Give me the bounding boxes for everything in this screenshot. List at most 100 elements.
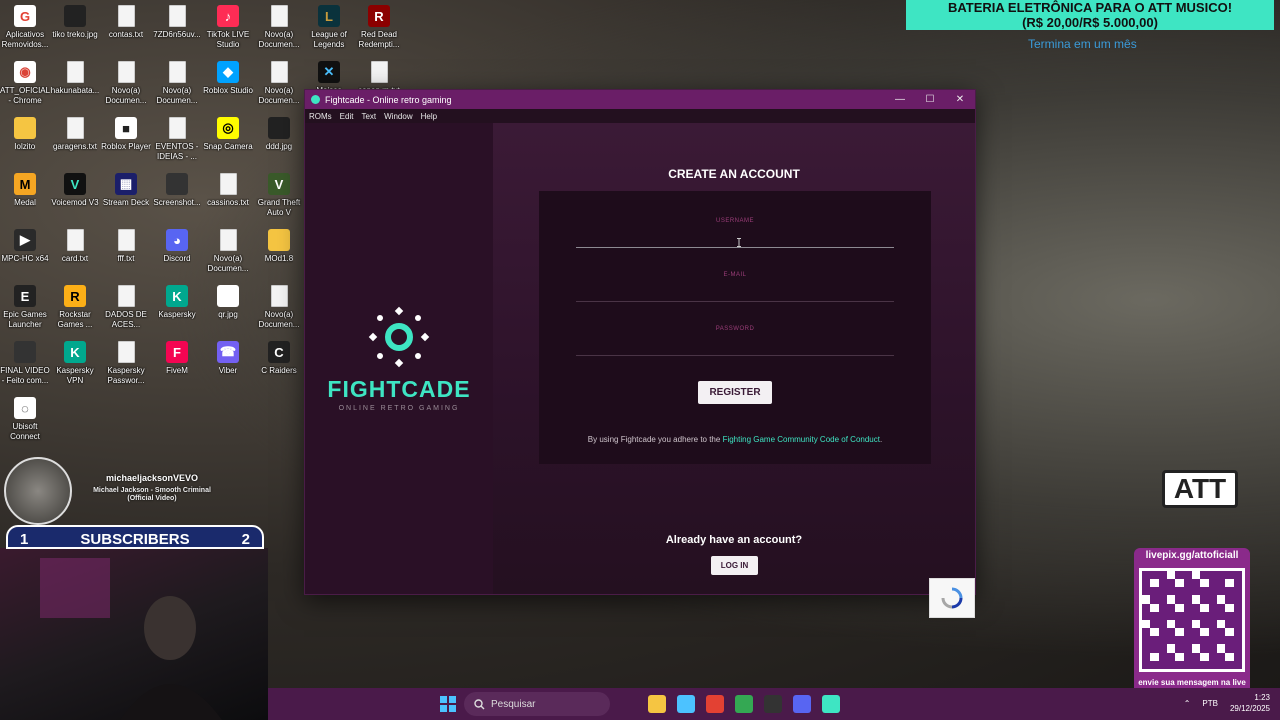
subscriber-counter: 1 SUBSCRIBERS 2 — [6, 525, 264, 549]
desktop-icon[interactable]: R Red Dead Redempti... — [354, 5, 404, 50]
desktop-icon[interactable]: 7ZD6n56uv... — [152, 5, 202, 40]
minimize-button[interactable]: — — [885, 94, 915, 105]
menu-text[interactable]: Text — [361, 112, 376, 121]
maximize-button[interactable]: ☐ — [915, 94, 945, 105]
desktop-icon[interactable]: ■ Roblox Player — [101, 117, 151, 152]
desktop-icon[interactable]: Screenshot... — [152, 173, 202, 208]
desktop-icon[interactable]: ◌ Ubisoft Connect — [0, 397, 50, 442]
desktop-icon[interactable]: FINAL VIDEO - Feito com... — [0, 341, 50, 386]
desktop-icon[interactable]: ◕ Discord — [152, 229, 202, 264]
desktop-app-icon: M — [14, 173, 36, 195]
menu-help[interactable]: Help — [421, 112, 437, 121]
desktop-app-icon: F — [166, 341, 188, 363]
desktop-icon[interactable]: ▦ Stream Deck — [101, 173, 151, 208]
desktop-app-icon — [270, 285, 288, 307]
desktop-icon[interactable]: hakunabata... — [50, 61, 100, 96]
brand-panel: FIGHTCADE ONLINE RETRO GAMING — [305, 123, 493, 594]
taskbar-fightcade-icon[interactable] — [822, 695, 840, 713]
desktop-icon-label: MOd1.8 — [264, 254, 294, 263]
login-button[interactable]: LOG IN — [711, 556, 758, 575]
desktop-app-icon: ◕ — [166, 229, 188, 251]
taskbar-file-explorer-icon[interactable] — [648, 695, 666, 713]
desktop-icon[interactable]: lolzito — [0, 117, 50, 152]
desktop-app-icon: ◎ — [217, 117, 239, 139]
desktop-icon[interactable]: cassinos.txt — [203, 173, 253, 208]
language-indicator[interactable]: PTB — [1202, 699, 1218, 708]
desktop-icon[interactable]: C C Raiders — [254, 341, 304, 376]
fightcade-logo-icon — [368, 306, 430, 367]
desktop-icon[interactable]: L League of Legends — [304, 5, 354, 50]
desktop-icon-label: Ubisoft Connect — [10, 422, 40, 441]
taskbar-search[interactable]: Pesquisar — [464, 692, 610, 716]
desktop-icon-label: Kaspersky Passwor... — [107, 366, 145, 385]
register-form: USERNAME E-MAIL PASSWORD REGISTER By usi… — [539, 191, 931, 464]
desktop-icon[interactable]: ◉ ATT_OFICIAL - Chrome — [0, 61, 50, 106]
taskbar-obs-icon[interactable] — [764, 695, 782, 713]
terms-prefix: By using Fightcade you adhere to the — [587, 435, 721, 444]
windows-start-icon[interactable] — [440, 696, 456, 712]
taskbar-chrome-icon[interactable] — [735, 695, 753, 713]
email-field[interactable]: E-MAIL — [576, 272, 894, 302]
desktop-icon[interactable]: ◆ Roblox Studio — [203, 61, 253, 96]
tray-chevron-icon[interactable]: ⌃ — [1184, 699, 1191, 708]
desktop-icon-label: Discord — [163, 254, 191, 263]
desktop-icon[interactable]: Novo(a) Documen... — [254, 285, 304, 330]
taskbar-media-icon[interactable] — [706, 695, 724, 713]
desktop-icon[interactable]: ddd.jpg — [254, 117, 304, 152]
desktop-icon[interactable]: ☎ Viber — [203, 341, 253, 376]
desktop-icon[interactable]: R Rockstar Games ... — [50, 285, 100, 330]
desktop-icon[interactable]: EVENTOS - IDEIAS - ... — [152, 117, 202, 162]
menu-roms[interactable]: ROMs — [309, 112, 332, 121]
desktop-icon[interactable]: MOd1.8 — [254, 229, 304, 264]
desktop-icon[interactable]: fff.txt — [101, 229, 151, 264]
email-label: E-MAIL — [723, 272, 747, 278]
desktop-icon[interactable]: qr.jpg — [203, 285, 253, 320]
desktop-icon[interactable]: Novo(a) Documen... — [152, 61, 202, 106]
terms-text: By using Fightcade you adhere to the Fig… — [539, 435, 931, 444]
banner-amount: (R$ 20,00/R$ 5.000,00) — [1022, 15, 1158, 30]
desktop-icon-label: cassinos.txt — [207, 198, 249, 207]
desktop-icon[interactable]: ♪ TikTok LIVE Studio — [203, 5, 253, 50]
desktop-icon-label: Stream Deck — [102, 198, 150, 207]
taskbar-discord-icon[interactable] — [793, 695, 811, 713]
taskbar-store-icon[interactable] — [677, 695, 695, 713]
desktop-icon[interactable]: E Epic Games Launcher — [0, 285, 50, 330]
desktop-icon[interactable]: F FiveM — [152, 341, 202, 376]
desktop-icon[interactable]: ▶ MPC-HC x64 — [0, 229, 50, 264]
desktop-icon[interactable]: V Grand Theft Auto V — [254, 173, 304, 218]
livepix-url: livepix.gg/attoficiall — [1145, 550, 1239, 561]
menu-edit[interactable]: Edit — [340, 112, 354, 121]
desktop-icon[interactable]: M Medal — [0, 173, 50, 208]
window-titlebar[interactable]: Fightcade - Online retro gaming — ☐ ✕ — [305, 90, 975, 109]
code-of-conduct-link[interactable]: Fighting Game Community Code of Conduct — [723, 435, 880, 444]
livepix-qr-code — [1139, 568, 1245, 672]
desktop-icon[interactable]: V Voicemod V3 — [50, 173, 100, 208]
username-label: USERNAME — [715, 218, 754, 224]
clock[interactable]: 1:23 29/12/2025 — [1230, 692, 1270, 714]
desktop-icon[interactable]: K Kaspersky — [152, 285, 202, 320]
desktop-app-icon — [14, 341, 36, 363]
desktop-app-icon — [219, 173, 237, 195]
desktop-icon[interactable]: tiko treko.jpg — [50, 5, 100, 40]
desktop-app-icon: V — [268, 173, 290, 195]
desktop-icon[interactable]: ◎ Snap Camera — [203, 117, 253, 152]
desktop-icon[interactable]: K Kaspersky VPN — [50, 341, 100, 386]
desktop-icon[interactable]: Novo(a) Documen... — [203, 229, 253, 274]
username-field[interactable]: USERNAME — [576, 218, 894, 248]
desktop-icon[interactable]: contas.txt — [101, 5, 151, 40]
desktop-icon[interactable]: Novo(a) Documen... — [254, 61, 304, 106]
desktop-icon-label: FiveM — [166, 366, 188, 375]
close-button[interactable]: ✕ — [945, 94, 975, 105]
recaptcha-badge[interactable] — [929, 578, 975, 618]
desktop-icon[interactable]: Novo(a) Documen... — [254, 5, 304, 50]
register-button[interactable]: REGISTER — [698, 381, 772, 404]
desktop-icon[interactable]: Kaspersky Passwor... — [101, 341, 151, 386]
desktop-icon[interactable]: G Aplicativos Removidos... — [0, 5, 50, 50]
password-field[interactable]: PASSWORD — [576, 326, 894, 356]
desktop-icon[interactable]: DADOS DE ACES... — [101, 285, 151, 330]
desktop-icon[interactable]: card.txt — [50, 229, 100, 264]
desktop-app-icon — [168, 117, 186, 139]
desktop-icon[interactable]: Novo(a) Documen... — [101, 61, 151, 106]
menu-window[interactable]: Window — [384, 112, 412, 121]
desktop-icon[interactable]: garagens.txt — [50, 117, 100, 152]
